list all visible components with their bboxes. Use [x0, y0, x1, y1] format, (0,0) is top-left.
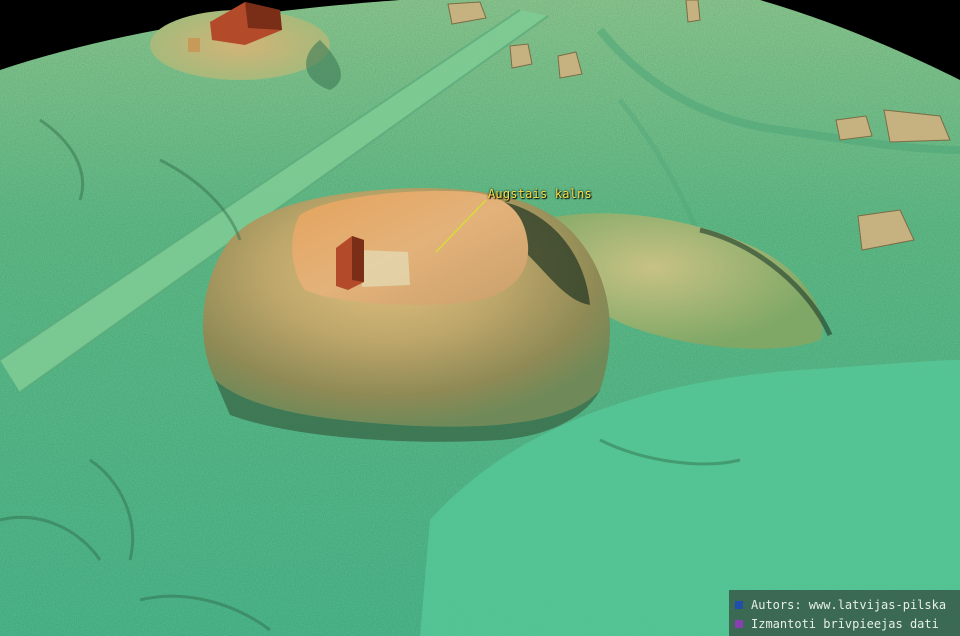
terrain-relief [0, 0, 960, 636]
credits-panel: Autors: www.latvijas-pilska Izmantoti br… [729, 590, 960, 636]
credit-row-data: Izmantoti brīvpieejas dati [735, 614, 960, 633]
credit-row-author: Autors: www.latvijas-pilska [735, 595, 960, 614]
data-legend-swatch [735, 619, 743, 628]
credit-data-text: Izmantoti brīvpieejas dati [751, 616, 939, 631]
hillfort-label: Augstais kalns [488, 187, 592, 201]
credit-author-text: Autors: www.latvijas-pilska [751, 597, 947, 612]
hillfort-plateau [292, 190, 529, 305]
relief-map-view: Augstais kalns Autors: www.latvijas-pils… [0, 0, 960, 636]
author-legend-swatch [735, 600, 743, 609]
